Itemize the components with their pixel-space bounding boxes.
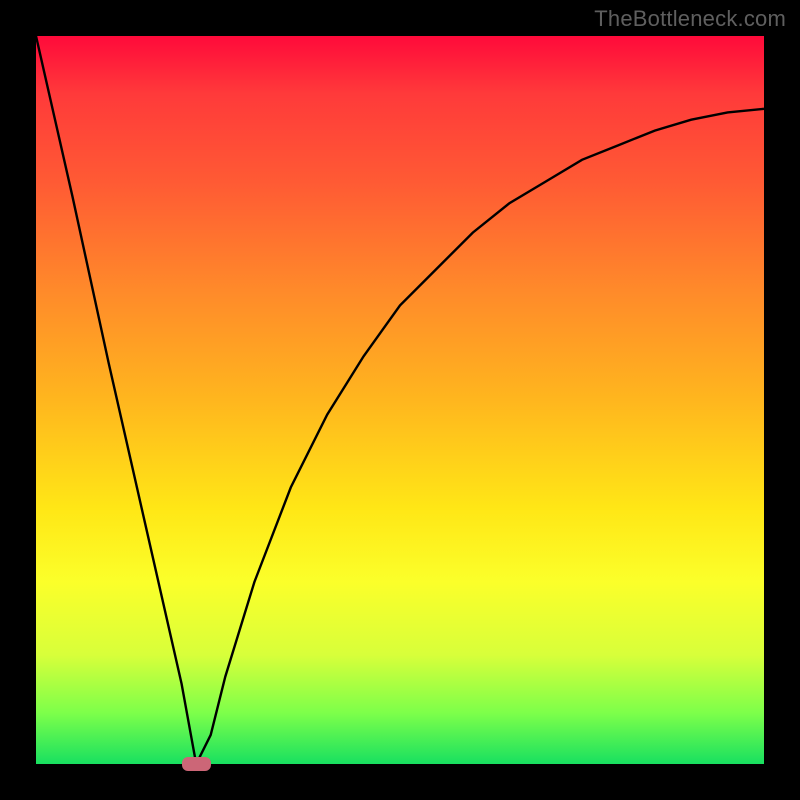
chart-frame: TheBottleneck.com xyxy=(0,0,800,800)
plot-area xyxy=(36,36,764,764)
bottleneck-curve xyxy=(36,36,764,764)
optimum-marker xyxy=(182,757,211,772)
curve-path xyxy=(36,36,764,764)
watermark-text: TheBottleneck.com xyxy=(594,6,786,32)
